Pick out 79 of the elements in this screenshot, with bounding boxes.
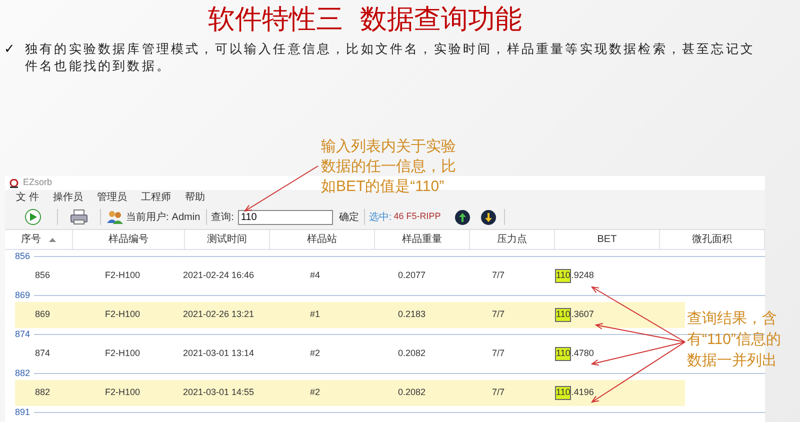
printer-icon[interactable] bbox=[70, 209, 88, 225]
group-label: 856 bbox=[15, 250, 30, 263]
window-title: EZsorb bbox=[23, 176, 52, 190]
table-cell: 869 bbox=[35, 309, 50, 320]
annotation-text: 如BET的值是“110” bbox=[321, 177, 446, 197]
app-logo-icon bbox=[9, 178, 19, 188]
table-cell: F2-H100 bbox=[105, 270, 140, 280]
column-header[interactable]: 压力点 bbox=[497, 232, 527, 247]
table-cell: #1 bbox=[310, 309, 320, 320]
table-cell: 2021-03-01 14:55 bbox=[183, 387, 254, 398]
menu-item[interactable]: 管理员 bbox=[96, 190, 127, 205]
annotation-text: 数据一并列出 bbox=[687, 351, 778, 371]
arrow-down-icon bbox=[484, 212, 492, 222]
table-row[interactable]: 882 F2-H100 2021-03-01 14:55 #2 0.2082 7/7 110.4196 bbox=[15, 380, 685, 406]
search-label: 查询: bbox=[211, 210, 234, 224]
move-down-button[interactable] bbox=[480, 210, 496, 224]
table-row[interactable]: 869 F2-H100 2021-02-26 13:21 #1 0.2183 7/7 110.3607 bbox=[15, 302, 685, 328]
table-cell: F2-H100 bbox=[105, 387, 140, 398]
table-cell-text: .4196 bbox=[571, 386, 594, 400]
users-icon bbox=[107, 210, 123, 224]
table-cell: 7/7 bbox=[492, 348, 505, 358]
table-cell: 0.2183 bbox=[398, 309, 426, 320]
table-cell: 874 bbox=[35, 348, 50, 358]
confirm-button[interactable]: 确定 bbox=[338, 210, 359, 224]
check-mark-icon: ✓ bbox=[4, 40, 15, 74]
match-highlight: 110 bbox=[555, 386, 572, 400]
current-user-label: 当前用户: bbox=[126, 210, 169, 224]
arrow-up-icon bbox=[458, 212, 466, 222]
column-header[interactable]: 样品站 bbox=[307, 232, 337, 247]
table-cell: 2021-02-26 13:21 bbox=[183, 309, 254, 320]
column-header[interactable]: BET bbox=[597, 232, 617, 247]
sort-ascending-icon[interactable] bbox=[49, 238, 56, 242]
column-header[interactable]: 样品重量 bbox=[402, 232, 442, 247]
table-cell: #4 bbox=[310, 270, 320, 280]
table-cell: 0.2077 bbox=[398, 270, 426, 280]
table-cell: F2-H100 bbox=[105, 348, 140, 358]
table-cell: #2 bbox=[310, 387, 320, 398]
table-cell: #2 bbox=[310, 348, 320, 358]
play-icon bbox=[29, 213, 37, 221]
table-cell-text: .4780 bbox=[571, 347, 594, 360]
bullet-text: 独有的实验数据库管理模式，可以输入任意信息，比如文件名，实验时间，样品重量等实现数据检索，甚至忘记文件名也能找的到数据。 bbox=[25, 40, 756, 74]
group-label: 874 bbox=[15, 328, 30, 341]
annotation-text: 输入列表内关于实验 bbox=[321, 137, 456, 157]
menu-item[interactable]: 工程师 bbox=[140, 190, 171, 205]
table-cell: 7/7 bbox=[492, 270, 505, 280]
column-header[interactable]: 序号 bbox=[21, 232, 41, 247]
table-cell: 0.2082 bbox=[398, 348, 426, 358]
menu-item[interactable]: 帮助 bbox=[184, 190, 205, 205]
column-header[interactable]: 样品编号 bbox=[108, 232, 148, 247]
table-cell: 7/7 bbox=[492, 387, 505, 398]
match-highlight: 110 bbox=[555, 347, 572, 361]
menu-item[interactable]: 操作员 bbox=[52, 190, 83, 205]
play-button[interactable] bbox=[25, 209, 41, 225]
match-highlight: 110 bbox=[555, 308, 572, 322]
slide-title: 软件特性三 数据查询功能 bbox=[208, 4, 522, 36]
menu-item[interactable]: 文 件 bbox=[16, 190, 39, 205]
selected-value: 46 F5-RIPP bbox=[394, 210, 441, 224]
table-cell: 0.2082 bbox=[398, 387, 426, 398]
annotation-text: 数据的任一信息，比 bbox=[321, 157, 456, 177]
annotation-text: 有“110”信息的 bbox=[687, 330, 781, 350]
column-header[interactable]: 微孔面积 bbox=[692, 232, 732, 247]
table-cell: F2-H100 bbox=[105, 309, 140, 320]
selected-label: 选中: bbox=[368, 210, 392, 224]
current-user-name: Admin bbox=[172, 210, 200, 224]
annotation-text: 查询结果，含 bbox=[687, 309, 778, 329]
group-label: 891 bbox=[15, 406, 30, 419]
table-cell-text: .9248 bbox=[571, 269, 594, 282]
group-label: 869 bbox=[15, 288, 30, 302]
column-header[interactable]: 测试时间 bbox=[207, 232, 247, 247]
table-cell: 7/7 bbox=[492, 309, 505, 320]
match-highlight: 110 bbox=[555, 269, 572, 283]
table-cell-text: .3607 bbox=[571, 308, 594, 322]
table-cell: 2021-03-01 13:14 bbox=[183, 348, 254, 358]
table-cell: 882 bbox=[35, 387, 50, 398]
search-field[interactable]: 110 bbox=[238, 210, 333, 224]
move-up-button[interactable] bbox=[454, 210, 470, 224]
table-cell: 856 bbox=[35, 270, 50, 280]
table-cell: 2021-02-24 16:46 bbox=[183, 270, 254, 280]
group-label: 882 bbox=[15, 366, 30, 380]
